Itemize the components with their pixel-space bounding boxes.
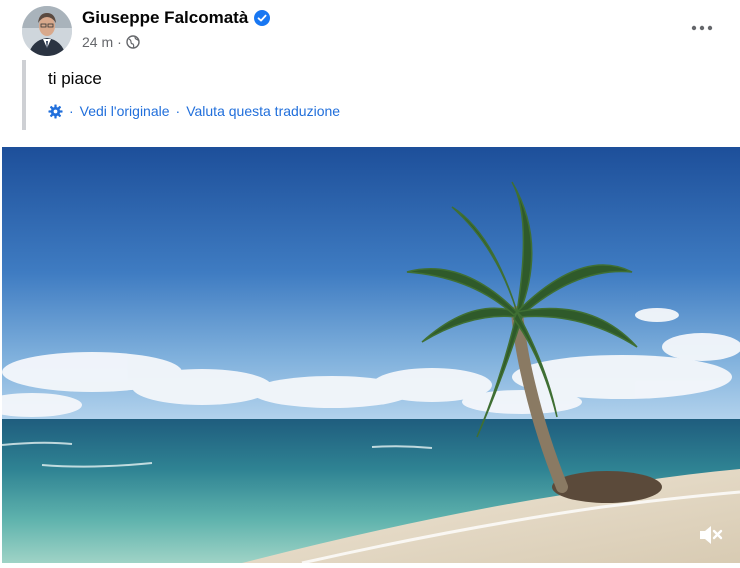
author-name-row: Giuseppe Falcomatà <box>82 8 271 28</box>
gear-icon[interactable] <box>48 103 63 119</box>
verified-badge-icon <box>254 10 271 26</box>
more-options-button[interactable] <box>684 14 720 42</box>
globe-icon <box>126 35 140 49</box>
translation-quote-bar <box>22 60 26 130</box>
avatar[interactable] <box>22 6 72 56</box>
mute-button[interactable] <box>696 521 724 549</box>
rate-translation-link[interactable]: Valuta questa traduzione <box>186 103 340 119</box>
translation-separator: · <box>69 103 74 119</box>
post-timestamp[interactable]: 24 m <box>82 34 113 50</box>
post-header: Giuseppe Falcomatà 24 m · <box>0 0 740 60</box>
post-text: ti piace <box>48 69 102 88</box>
translation-bar: · Vedi l'originale · Valuta questa tradu… <box>48 103 340 119</box>
more-dots-icon <box>691 25 713 31</box>
post-meta: 24 m · <box>82 34 140 50</box>
speaker-muted-icon <box>700 526 723 544</box>
meta-separator: · <box>117 34 122 50</box>
see-original-link[interactable]: Vedi l'originale <box>80 103 170 119</box>
translation-separator: · <box>175 103 181 119</box>
post-video[interactable] <box>2 147 740 563</box>
author-name[interactable]: Giuseppe Falcomatà <box>82 8 248 28</box>
beach-video-frame <box>2 147 740 563</box>
